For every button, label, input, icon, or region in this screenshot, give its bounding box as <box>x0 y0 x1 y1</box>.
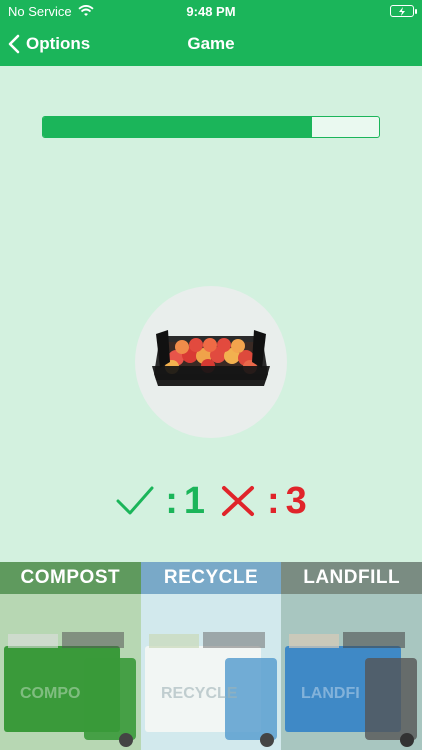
wifi-icon <box>78 5 94 16</box>
wrong-count: 3 <box>285 479 307 522</box>
chevron-left-icon <box>8 34 20 54</box>
status-left: No Service <box>8 4 94 19</box>
landfill-bin-icon: LANDFI <box>281 594 422 750</box>
bin-landfill-label: LANDFILL <box>303 567 401 588</box>
correct-count: 1 <box>183 479 205 522</box>
bin-compost-body: COMPO <box>0 594 141 750</box>
svg-text:RECYCLE: RECYCLE <box>161 685 238 702</box>
bin-recycle-header: RECYCLE <box>140 562 282 594</box>
svg-text:COMPO: COMPO <box>20 685 80 702</box>
svg-text:LANDFI: LANDFI <box>301 685 360 702</box>
navigation-bar: Options Game <box>0 22 422 66</box>
battery-charging-icon <box>390 5 417 17</box>
correct-separator: : <box>165 479 178 522</box>
bin-compost-label: COMPOST <box>20 567 121 588</box>
carrier-label: No Service <box>8 3 72 19</box>
bin-recycle[interactable]: RECYCLE RECYCLE <box>140 562 282 750</box>
apple-crate-image <box>152 330 270 386</box>
status-bar: No Service 9:48 PM <box>0 0 422 22</box>
bin-landfill-header: LANDFILL <box>281 562 422 594</box>
score-row: : 1 : 3 <box>0 478 422 524</box>
back-button-label: Options <box>26 34 91 53</box>
back-button[interactable]: Options <box>0 22 90 66</box>
cross-icon <box>222 486 254 516</box>
progress-bar <box>42 116 380 138</box>
bin-landfill[interactable]: LANDFILL LANDFI <box>281 562 422 750</box>
bin-recycle-label: RECYCLE <box>163 567 259 588</box>
item-card[interactable] <box>135 286 287 438</box>
bin-recycle-body: RECYCLE <box>140 594 282 750</box>
progress-fill <box>43 117 312 137</box>
bin-compost[interactable]: COMPOST COMPO <box>0 562 141 750</box>
wrong-separator: : <box>267 479 280 522</box>
recycle-bin-icon: RECYCLE <box>140 594 282 750</box>
bin-row: COMPOST COMPO RECYCLE RECYCLE LANDFILL L… <box>0 562 422 750</box>
check-icon <box>116 486 154 515</box>
bin-compost-header: COMPOST <box>0 562 141 594</box>
compost-bin-icon: COMPO <box>0 594 141 750</box>
bin-landfill-body: LANDFI <box>281 594 422 750</box>
